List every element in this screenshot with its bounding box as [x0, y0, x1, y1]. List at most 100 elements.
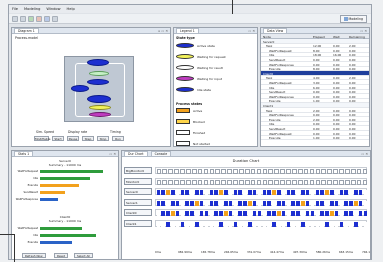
time-tick-label: 746.12ms	[362, 250, 371, 254]
perspective-switcher[interactable]: Modeling	[339, 14, 367, 23]
state-run[interactable]	[87, 79, 109, 85]
time-tick-label: 580.26ms	[316, 250, 330, 254]
legend-label: Active state	[197, 43, 215, 48]
run-icon[interactable]	[28, 15, 34, 22]
duration-segment	[257, 190, 262, 195]
duration-segment	[291, 190, 296, 195]
duration-segment	[170, 221, 175, 227]
duration-segment	[221, 169, 226, 174]
state-magenta[interactable]	[89, 112, 111, 117]
duration-segment	[209, 179, 215, 185]
panel-controls-icon[interactable]: ▭ ✕	[360, 29, 367, 33]
refresh-button[interactable]: Refresh Now	[22, 253, 46, 258]
duration-segment	[185, 200, 190, 206]
modifiable-button[interactable]: Modifiable	[34, 136, 50, 141]
debug-icon[interactable]	[44, 15, 50, 22]
menu-modeling[interactable]: Modeling	[24, 7, 40, 11]
panel-controls-icon[interactable]: ▫ ▭ ✕	[158, 29, 168, 33]
duration-segment	[243, 211, 247, 216]
duration-segment	[166, 190, 170, 195]
select-all-button[interactable]: Select All	[74, 253, 93, 258]
duration-segment	[185, 221, 190, 227]
pause-button[interactable]: Pause	[67, 136, 79, 141]
table-row[interactable]: Execute 1.00 0.00 0.00	[261, 136, 369, 141]
stop-button[interactable]: Stop	[97, 136, 109, 141]
duration-segment	[233, 200, 238, 206]
duration-segment	[276, 190, 281, 195]
duration-segment	[250, 169, 256, 174]
lane-label[interactable]: Client0	[124, 209, 152, 216]
settings-icon[interactable]	[52, 15, 58, 22]
duration-segment	[297, 169, 303, 174]
lane-label[interactable]: BigMonitor0	[124, 167, 152, 174]
duration-segment	[219, 190, 223, 195]
panel-controls-icon[interactable]: ▭ ✕	[109, 152, 116, 156]
menu-window[interactable]: Window	[46, 7, 60, 11]
duration-chart-panel: Dur Chart Console ▭ ✕ Duration Chart Big…	[121, 150, 371, 260]
duration-segment	[233, 169, 238, 174]
save-icon[interactable]	[20, 15, 26, 22]
tab-data-view[interactable]: Data View	[263, 28, 288, 33]
state-wait[interactable]	[89, 71, 109, 76]
duration-lane	[155, 209, 368, 216]
new-icon[interactable]	[12, 15, 18, 22]
display-rate-label: Display rate	[68, 130, 88, 134]
lane-label[interactable]: Server0	[124, 188, 152, 195]
panel-controls-icon[interactable]: ▭ ✕	[361, 152, 368, 156]
duration-segment	[339, 200, 344, 206]
perspective-icon	[343, 16, 348, 21]
step-button[interactable]: Step	[82, 136, 94, 141]
duration-segment	[174, 179, 179, 185]
duration-segment	[248, 211, 252, 216]
lane-label[interactable]: Client1	[124, 219, 152, 227]
duration-segment	[209, 169, 215, 174]
run-button[interactable]: Run	[112, 136, 124, 141]
duration-segment	[344, 200, 349, 206]
table-cell: Execute	[269, 136, 281, 141]
duration-segment	[180, 221, 185, 227]
lane-label[interactable]: Monitor0	[124, 177, 152, 185]
legend-label: Finished	[193, 130, 206, 135]
data-table-panel: Data View ▭ ✕ Node Elapsed Wait Remainin…	[260, 27, 370, 147]
tab-legend[interactable]: Legend 1	[176, 28, 199, 33]
tab-stats[interactable]: Stats 1	[14, 151, 34, 156]
stats-bar	[40, 177, 91, 181]
state-done[interactable]	[87, 95, 111, 103]
state-yellow[interactable]	[89, 105, 111, 110]
duration-segment	[199, 221, 204, 227]
duration-segment	[356, 179, 362, 185]
lane-label[interactable]: Server1	[124, 198, 152, 206]
duration-segment	[257, 200, 262, 206]
stats-subtitle-bottom: Summary - 11000 ms	[48, 219, 82, 223]
duration-segment	[272, 200, 276, 206]
state-left[interactable]	[71, 85, 89, 92]
stop-icon[interactable]	[36, 15, 42, 22]
menu-file[interactable]: File	[12, 7, 18, 11]
duration-segment	[301, 211, 305, 216]
duration-segment	[305, 211, 310, 216]
duration-segment	[180, 190, 185, 195]
duration-segment	[252, 211, 257, 216]
state-idle[interactable]	[87, 59, 109, 66]
state-machine-node[interactable]	[64, 56, 134, 122]
duration-segment	[191, 169, 197, 174]
duration-segment	[296, 211, 300, 216]
reset-button[interactable]: Reset	[54, 253, 68, 258]
menu-help[interactable]: Help	[67, 7, 75, 11]
duration-segment	[209, 190, 214, 195]
tab-console[interactable]: Console	[150, 151, 172, 156]
duration-lane	[155, 219, 368, 227]
duration-segment	[286, 221, 291, 227]
bar-label: WaitForRequest	[17, 170, 38, 173]
duration-segment	[257, 221, 262, 227]
tab-duration-chart[interactable]: Dur Chart	[124, 151, 148, 156]
panel-controls-icon[interactable]: ▭ ✕	[248, 29, 255, 33]
start-button[interactable]: Start	[52, 136, 64, 141]
tab-diagram[interactable]: Diagram 1	[14, 28, 39, 33]
duration-segment	[248, 200, 252, 206]
duration-segment	[190, 221, 194, 227]
duration-segment	[175, 190, 180, 195]
duration-segment	[339, 221, 344, 227]
bar-label: WaitForResponse	[15, 198, 38, 201]
diagram-canvas[interactable]: Process.model Sim. Speed Display rate Ti…	[12, 34, 170, 146]
